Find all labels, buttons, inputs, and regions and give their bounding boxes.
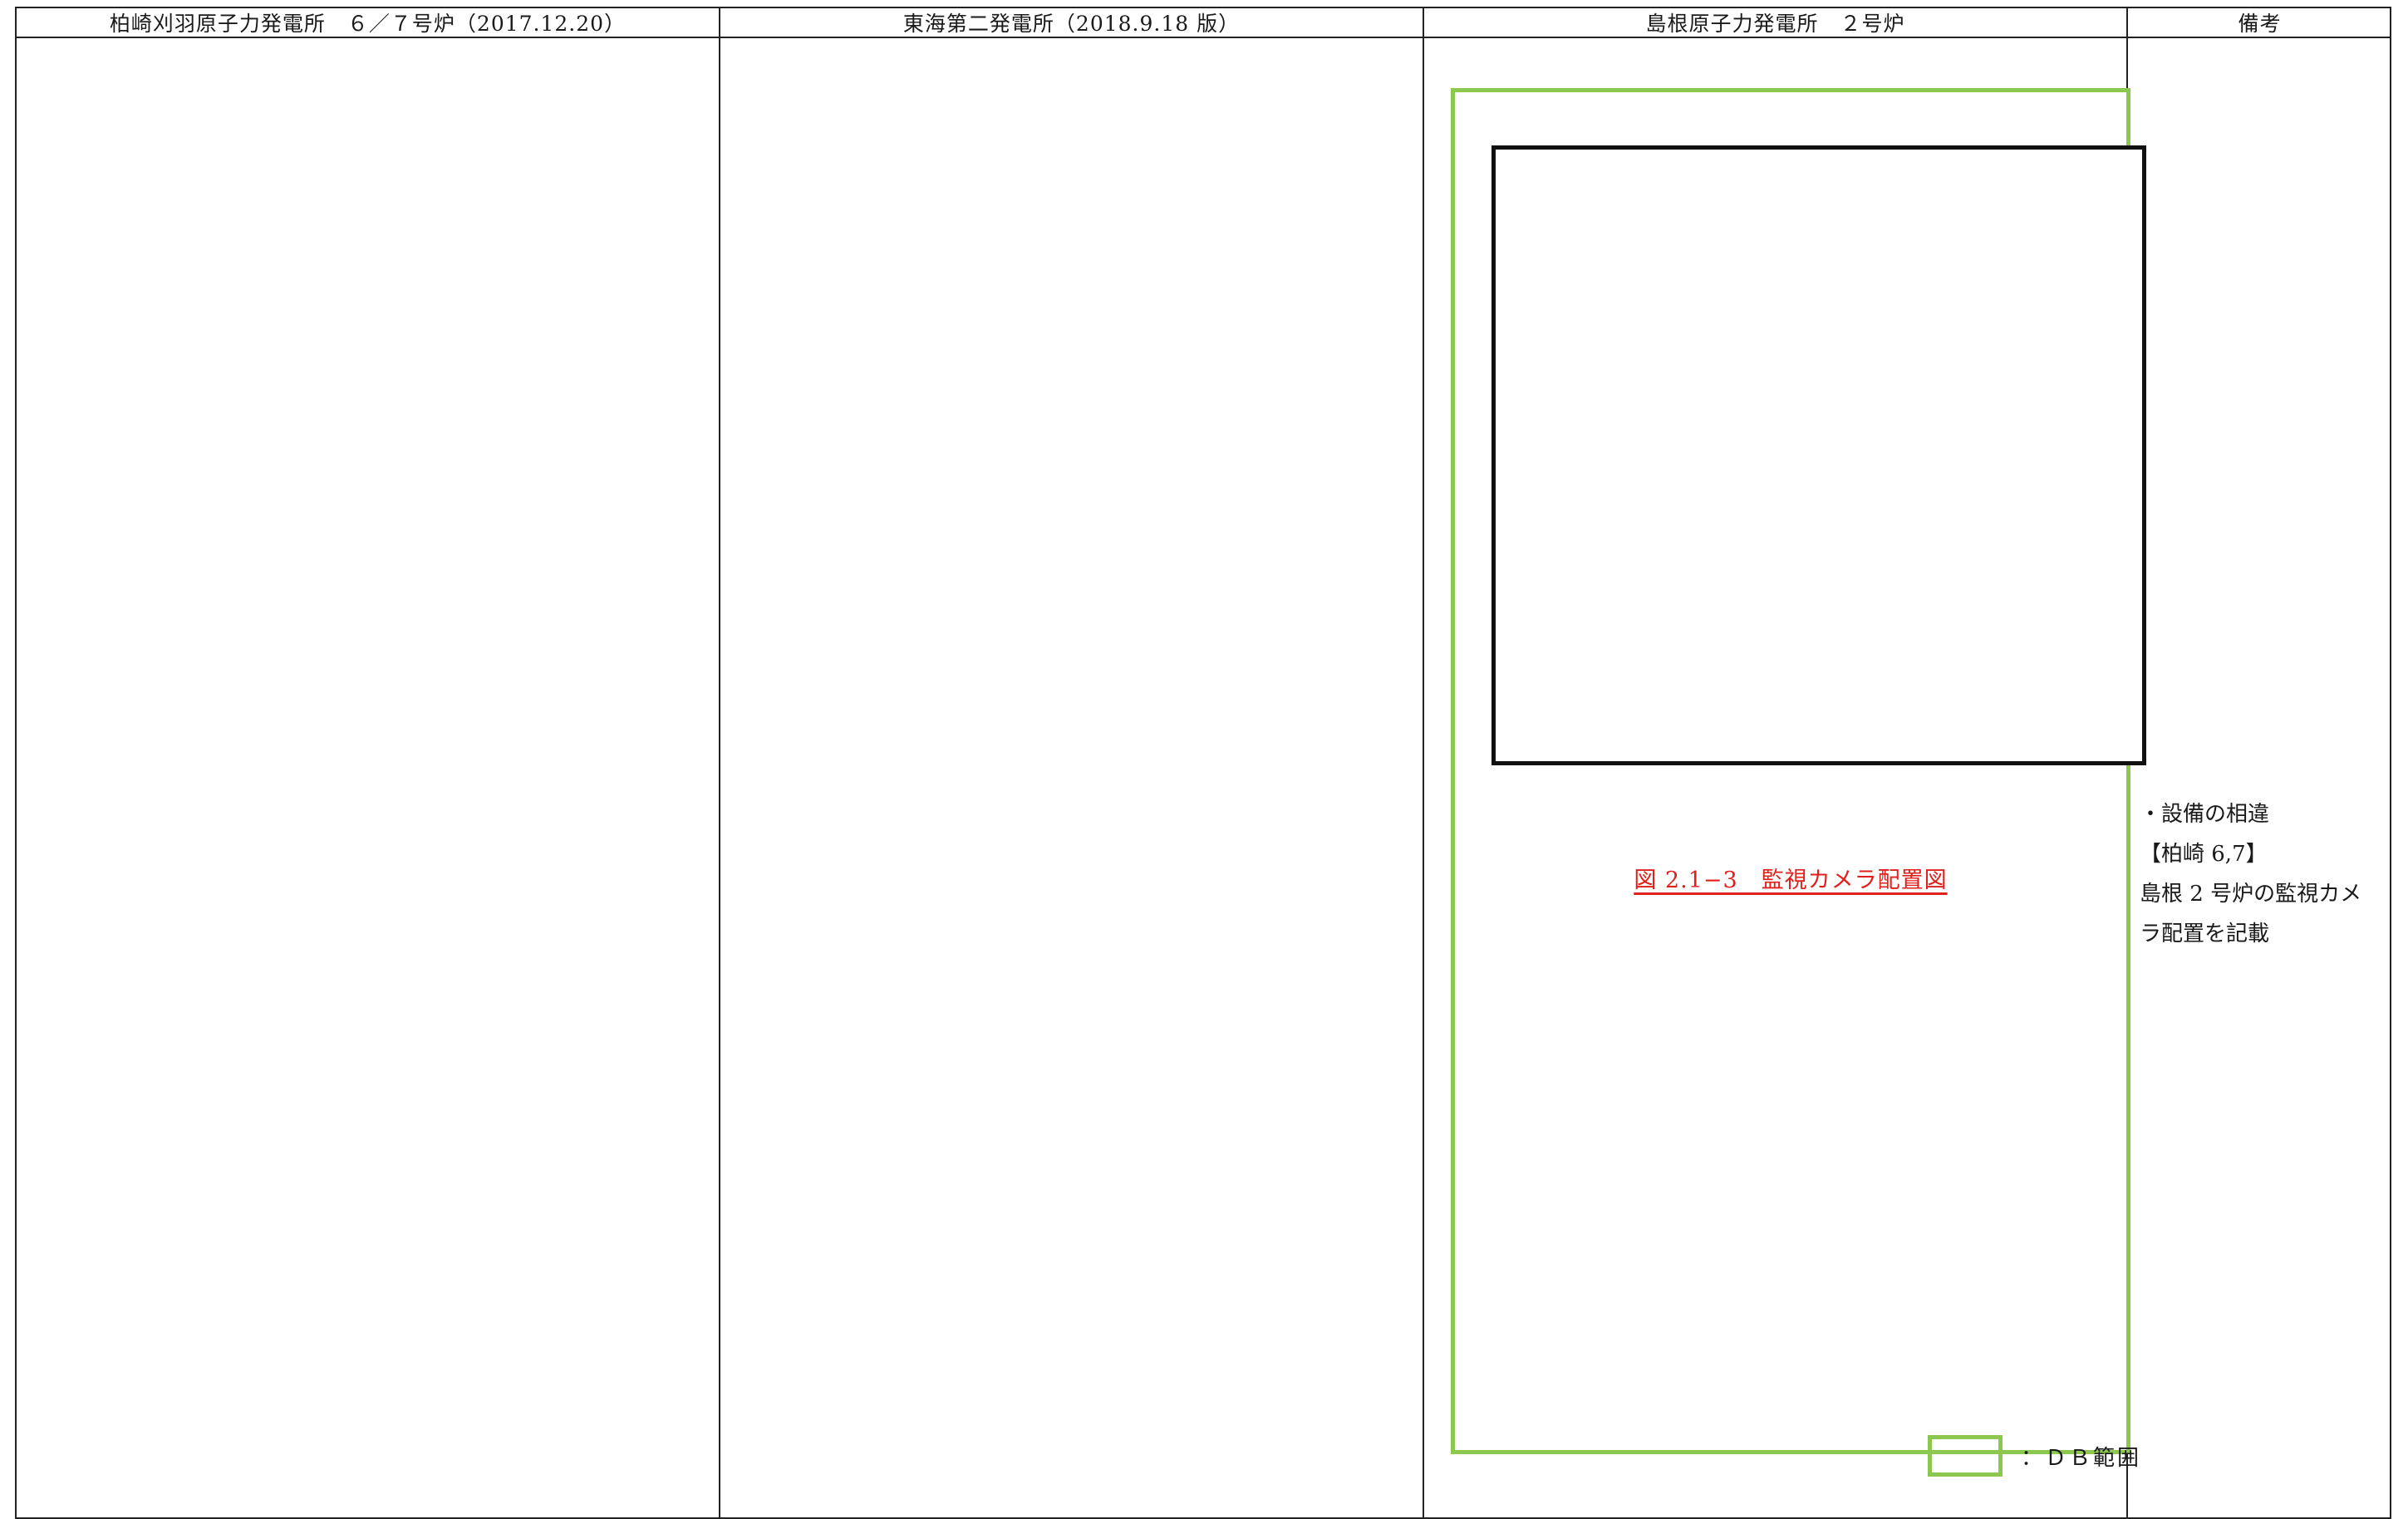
column-shimane: 島根原子力発電所 ２号炉 図 2.1−3 監視カメラ配置図 ：ＤＢ範囲	[1424, 8, 2146, 1517]
db-range-legend: ：ＤＢ範囲	[1928, 1435, 2141, 1477]
column-header-shimane: 島根原子力発電所 ２号炉	[1424, 8, 2126, 38]
remark-line: ・設備の相違	[2140, 802, 2270, 827]
remark-line: 【柏崎 6,7】	[2140, 842, 2268, 867]
column-body-shimane: 図 2.1−3 監視カメラ配置図 ：ＤＢ範囲	[1424, 38, 2146, 1517]
remark-line: ラ配置を記載	[2140, 922, 2270, 946]
db-range-legend-swatch	[1928, 1435, 2003, 1477]
column-remarks: 備考 ・設備の相違 【柏崎 6,7】 島根 2 号炉の監視カメ ラ配置を記載	[2128, 8, 2391, 1517]
db-range-legend-label: ：ＤＢ範囲	[2021, 1445, 2142, 1471]
column-body-tokai	[720, 38, 1423, 1517]
figure-caption-text: 図 2.1−3 監視カメラ配置図	[1634, 868, 1948, 893]
column-kashiwazaki: 柏崎刈羽原子力発電所 ６／７号炉（2017.12.20）	[17, 8, 720, 1517]
remark-line: 島根 2 号炉の監視カメ	[2140, 882, 2362, 907]
remarks-text: ・設備の相違 【柏崎 6,7】 島根 2 号炉の監視カメ ラ配置を記載	[2140, 794, 2386, 954]
column-header-tokai: 東海第二発電所（2018.9.18 版）	[720, 8, 1423, 38]
column-body-remarks: ・設備の相違 【柏崎 6,7】 島根 2 号炉の監視カメ ラ配置を記載	[2128, 38, 2391, 1517]
camera-layout-figure-masked	[1491, 145, 2146, 765]
column-body-kashiwazaki	[17, 38, 719, 1517]
figure-caption: 図 2.1−3 監視カメラ配置図	[1455, 862, 2126, 894]
db-range-frame: 図 2.1−3 監視カメラ配置図	[1451, 88, 2146, 1454]
column-tokai: 東海第二発電所（2018.9.18 版）	[720, 8, 1424, 1517]
column-header-remarks: 備考	[2128, 8, 2391, 38]
comparison-table: 柏崎刈羽原子力発電所 ６／７号炉（2017.12.20） 東海第二発電所（201…	[15, 7, 2391, 1519]
column-header-kashiwazaki: 柏崎刈羽原子力発電所 ６／７号炉（2017.12.20）	[17, 8, 719, 38]
